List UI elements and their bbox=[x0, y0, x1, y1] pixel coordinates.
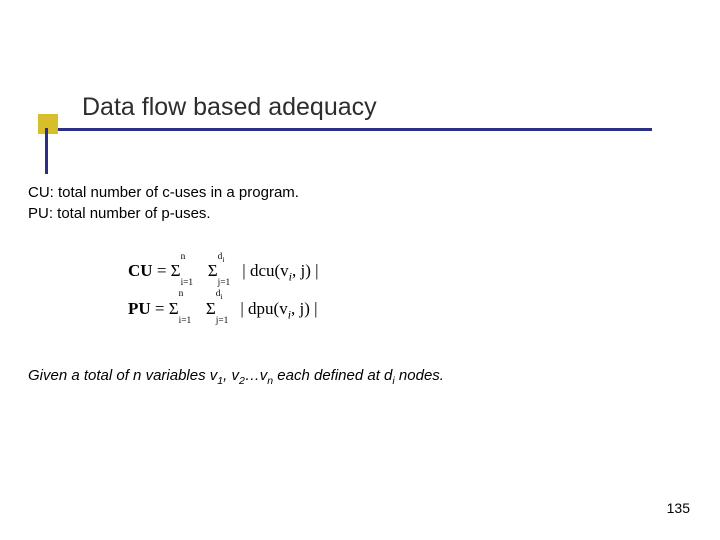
variables-note: Given a total of n variables v1, v2…vn e… bbox=[28, 367, 688, 387]
page-number: 135 bbox=[667, 500, 690, 516]
pu-body: | dpu(vi, j) | bbox=[236, 299, 317, 318]
sigma-icon: Σni=1 bbox=[169, 290, 179, 327]
sigma-sub: j=1 bbox=[216, 311, 229, 332]
cu-eq: = bbox=[153, 261, 171, 280]
definitions: CU: total number of c-uses in a program.… bbox=[28, 182, 688, 224]
sigma-sub: i=1 bbox=[179, 311, 192, 332]
sigma-sup: n bbox=[181, 247, 186, 268]
pu-definition: PU: total number of p-uses. bbox=[28, 203, 688, 224]
cu-definition: CU: total number of c-uses in a program. bbox=[28, 182, 688, 203]
slide-title-block: Data flow based adequacy bbox=[38, 94, 652, 131]
pu-eq: = bbox=[151, 299, 169, 318]
pu-lhs: PU bbox=[128, 299, 151, 318]
formula-block: CU = Σni=1Σdij=1 | dcu(vi, j) | PU = Σni… bbox=[128, 252, 688, 327]
pu-formula: PU = Σni=1 Σdij=1 | dpu(vi, j) | bbox=[128, 290, 688, 328]
cu-formula: CU = Σni=1Σdij=1 | dcu(vi, j) | bbox=[128, 252, 688, 290]
vertical-rule bbox=[45, 128, 48, 174]
sigma-icon: Σdij=1 bbox=[206, 290, 216, 327]
bullet-square-icon bbox=[38, 114, 58, 134]
sigma-sup: di bbox=[216, 284, 223, 305]
slide-body: CU: total number of c-uses in a program.… bbox=[28, 182, 688, 387]
cu-lhs: CU bbox=[128, 261, 153, 280]
sigma-sup: di bbox=[218, 247, 225, 268]
sigma-sup: n bbox=[179, 284, 184, 305]
title-underline bbox=[38, 128, 652, 131]
cu-body: | dcu(vi, j) | bbox=[238, 261, 318, 280]
slide-title: Data flow based adequacy bbox=[82, 94, 652, 122]
